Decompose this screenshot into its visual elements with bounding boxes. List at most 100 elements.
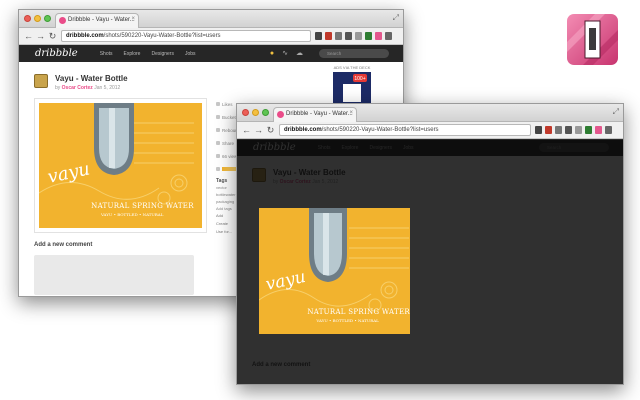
- tab-close-icon[interactable]: ×: [131, 16, 135, 22]
- extension-icon-1[interactable]: [325, 32, 332, 40]
- reload-icon[interactable]: ↻: [47, 31, 58, 42]
- author-link[interactable]: Oscar Cortez: [62, 85, 93, 91]
- shot-image[interactable]: vayu NATURAL SPRING WATER VAYU • BOTTLED…: [39, 103, 202, 228]
- window-controls: [242, 109, 269, 116]
- browser-toolbar: ← → ↻ dribbble.com/shots/590220-Vayu-Wat…: [237, 122, 623, 139]
- extension-icon-4[interactable]: [365, 32, 372, 40]
- shot-image-frame[interactable]: vayu NATURAL SPRING WATER VAYU • BOTTLED…: [34, 98, 207, 233]
- dribbble-navbar: dribbble Shots Explore Designers Jobs Se…: [237, 139, 623, 156]
- back-icon[interactable]: ←: [241, 125, 252, 136]
- byline-prefix: by: [55, 85, 61, 91]
- window-controls: [24, 15, 51, 22]
- search-input[interactable]: Search: [319, 49, 389, 58]
- url-path: /shots/590220-Vayu-Water-Bottle?list=use…: [103, 33, 221, 39]
- shot-title: Vayu - Water Bottle: [273, 168, 346, 177]
- gear-icon[interactable]: [535, 126, 542, 134]
- fullscreen-icon[interactable]: ⤢: [393, 13, 399, 23]
- shot-caption-main: NATURAL SPRING WATER: [307, 307, 410, 316]
- tab-close-icon[interactable]: ×: [349, 110, 353, 116]
- gear-icon[interactable]: [315, 32, 322, 40]
- close-window-button[interactable]: [242, 109, 249, 116]
- shot-image[interactable]: vayu NATURAL SPRING WATER VAYU • BOTTLED…: [259, 208, 410, 334]
- shot-image-frame[interactable]: vayu NATURAL SPRING WATER VAYU • BOTTLED…: [259, 208, 410, 334]
- extension-toolbar: [535, 126, 612, 134]
- user-avatar-icon[interactable]: ●: [270, 50, 274, 57]
- wrench-icon[interactable]: [345, 32, 352, 40]
- extension-icon-2[interactable]: [335, 32, 342, 40]
- browser-tab[interactable]: Dribbble - Vayu - Water... ×: [273, 107, 357, 122]
- close-window-button[interactable]: [24, 15, 31, 22]
- comment-heading: Add a new comment: [252, 362, 311, 368]
- extension-toolbar: [315, 32, 392, 40]
- shot-page: Vayu - Water Bottle by Oscar Cortez Jan …: [237, 156, 623, 384]
- activity-icon[interactable]: ∿: [282, 50, 288, 57]
- search-input[interactable]: Search: [539, 143, 609, 152]
- cloud-icon[interactable]: ☁: [296, 50, 303, 57]
- url-path: /shots/590220-Vayu-Water-Bottle?list=use…: [321, 127, 439, 133]
- shot-caption-main: NATURAL SPRING WATER: [91, 201, 194, 210]
- extension-icon-4[interactable]: [585, 126, 592, 134]
- dribbble-navbar: dribbble Shots Explore Designers Jobs ● …: [19, 45, 403, 62]
- nav-link-shots[interactable]: Shots: [100, 51, 113, 57]
- shot-title: Vayu - Water Bottle: [55, 74, 128, 83]
- zoom-window-button[interactable]: [44, 15, 51, 22]
- shot-date: Jan 5, 2012: [94, 85, 121, 91]
- nav-link-explore[interactable]: Explore: [124, 51, 141, 57]
- extension-icon[interactable]: [565, 12, 620, 67]
- dribbble-logo[interactable]: dribbble: [35, 48, 78, 59]
- author-avatar[interactable]: [34, 74, 48, 88]
- forward-icon[interactable]: →: [35, 31, 46, 42]
- zoom-window-button[interactable]: [262, 109, 269, 116]
- minimize-window-button[interactable]: [34, 15, 41, 22]
- menu-icon[interactable]: [605, 126, 612, 134]
- reload-icon[interactable]: ↻: [265, 125, 276, 136]
- nav-link-explore[interactable]: Explore: [342, 145, 359, 151]
- extension-icon-3[interactable]: [355, 32, 362, 40]
- comment-heading: Add a new comment: [34, 242, 93, 248]
- extension-icon-3[interactable]: [575, 126, 582, 134]
- dribbble-logo[interactable]: dribbble: [253, 142, 296, 153]
- url-domain: dribbble.com: [284, 127, 322, 133]
- byline-prefix: by: [273, 179, 279, 185]
- browser-toolbar: ← → ↻ dribbble.com/shots/590220-Vayu-Wat…: [19, 28, 403, 45]
- address-bar[interactable]: dribbble.com/shots/590220-Vayu-Water-Bot…: [279, 124, 531, 136]
- svg-text:100+: 100+: [354, 76, 365, 82]
- shot-byline: by Oscar Cortez Jan 5, 2012: [273, 179, 338, 185]
- tab-strip: Dribbble - Vayu - Water... × ⤢: [237, 104, 623, 122]
- nav-link-jobs[interactable]: Jobs: [185, 51, 196, 57]
- nav-link-shots[interactable]: Shots: [318, 145, 331, 151]
- fullscreen-icon[interactable]: ⤢: [613, 107, 619, 117]
- tab-title: Dribbble - Vayu - Water...: [68, 17, 135, 23]
- screenshot-stage: Dribbble - Vayu - Water... × ⤢ ← → ↻ dri…: [0, 0, 640, 400]
- address-bar[interactable]: dribbble.com/shots/590220-Vayu-Water-Bot…: [61, 30, 311, 42]
- author-link[interactable]: Oscar Cortez: [280, 179, 311, 185]
- author-avatar[interactable]: [252, 168, 266, 182]
- nav-link-designers[interactable]: Designers: [151, 51, 174, 57]
- tab-title: Dribbble - Vayu - Water...: [286, 111, 353, 117]
- ad-label: ADS VIA THE DECK: [333, 65, 371, 70]
- forward-icon[interactable]: →: [253, 125, 264, 136]
- back-icon[interactable]: ←: [23, 31, 34, 42]
- minimize-window-button[interactable]: [252, 109, 259, 116]
- comment-textarea[interactable]: [34, 255, 194, 295]
- nav-icons: ● ∿ ☁: [270, 50, 303, 57]
- url-domain: dribbble.com: [66, 33, 104, 39]
- nav-link-designers[interactable]: Designers: [369, 145, 392, 151]
- dribbble-favicon-icon: [277, 111, 284, 118]
- browser-tab[interactable]: Dribbble - Vayu - Water... ×: [55, 13, 139, 28]
- wrench-icon[interactable]: [565, 126, 572, 134]
- menu-icon[interactable]: [385, 32, 392, 40]
- shot-caption-sub: VAYU • BOTTLED • NATURAL: [100, 211, 164, 217]
- tab-strip: Dribbble - Vayu - Water... × ⤢: [19, 10, 403, 28]
- ad-panel: ADS VIA THE DECK 100+: [319, 65, 385, 106]
- browser-window-front: Dribbble - Vayu - Water... × ⤢ ← → ↻ dri…: [236, 103, 624, 385]
- ad-image[interactable]: 100+: [333, 72, 371, 106]
- nav-link-jobs[interactable]: Jobs: [403, 145, 414, 151]
- lights-off-toolbar-icon[interactable]: [375, 32, 382, 40]
- dribbble-favicon-icon: [59, 17, 66, 24]
- shot-caption-sub: VAYU • BOTTLED • NATURAL: [316, 317, 379, 323]
- extension-icon-1[interactable]: [545, 126, 552, 134]
- extension-icon-2[interactable]: [555, 126, 562, 134]
- lights-off-toolbar-icon[interactable]: [595, 126, 602, 134]
- shot-date: Jan 5, 2012: [312, 179, 339, 185]
